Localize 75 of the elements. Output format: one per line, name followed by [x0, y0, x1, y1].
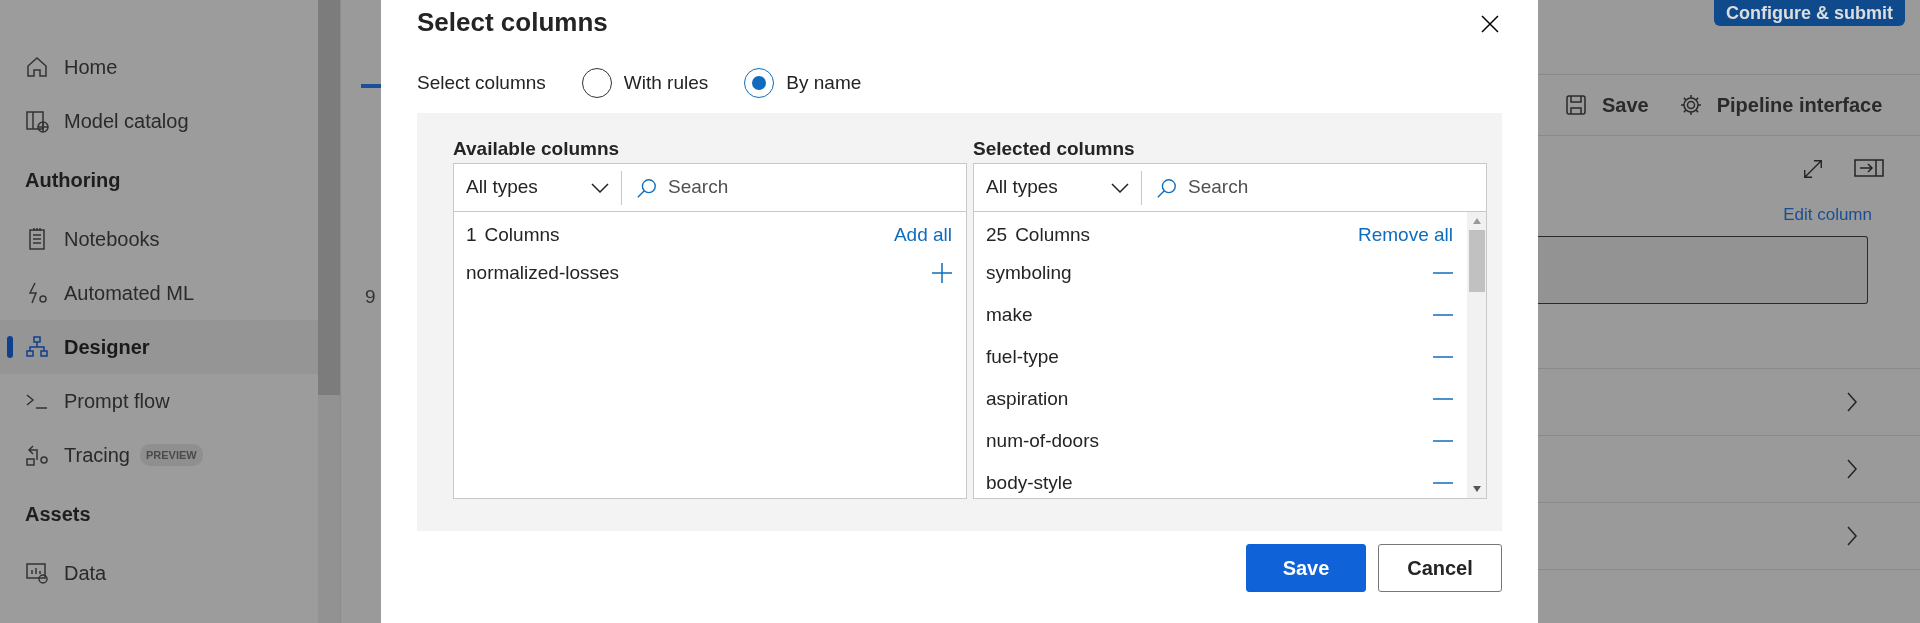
list-action-link[interactable]: Remove all [1357, 220, 1453, 250]
scrollbar-thumb[interactable] [1468, 230, 1485, 292]
scroll-down-icon [1472, 486, 1481, 492]
type-dropdown[interactable]: All types [454, 170, 622, 205]
chevron-right-icon [1846, 524, 1858, 547]
count-text: 9 [365, 285, 377, 309]
chevron-right-icon [1846, 390, 1858, 413]
column-name: make [986, 302, 1033, 327]
list-heading: Available columns [453, 137, 621, 161]
column-name: fuel-type [986, 344, 1059, 369]
chevron-down-icon [1111, 182, 1129, 193]
search-icon [1156, 176, 1178, 199]
input-field[interactable] [1538, 235, 1868, 304]
column-count: 1 [466, 223, 477, 245]
remove-button[interactable] [1433, 271, 1453, 275]
search-field[interactable]: Search [666, 172, 966, 203]
save-button[interactable]: Save [1246, 544, 1366, 592]
column-name: body-style [986, 470, 1073, 495]
search-field[interactable]: Search [1186, 172, 1486, 203]
trace-icon [25, 443, 49, 467]
toolbar-button[interactable]: Pipeline interface [1678, 90, 1883, 120]
chevron-down-icon [591, 182, 609, 193]
column-count-label: Columns [484, 223, 560, 245]
column-count-label: Columns [1015, 223, 1091, 245]
remove-button[interactable] [1433, 439, 1453, 443]
book-globe-icon [25, 109, 49, 133]
hierarchy-icon [25, 335, 49, 359]
minus-icon [1433, 313, 1453, 317]
dialog-title: Select columns [417, 5, 608, 39]
minus-icon [1433, 355, 1453, 359]
remove-button[interactable] [1433, 397, 1453, 401]
section-heading: Authoring [24, 168, 122, 193]
radio-option[interactable]: With rules [581, 68, 709, 98]
add-button[interactable] [932, 263, 952, 283]
chevron-right-icon [1846, 457, 1858, 480]
scroll-up-icon [1472, 218, 1481, 224]
minus-icon [1433, 397, 1453, 401]
remove-button[interactable] [1433, 355, 1453, 359]
radio-option[interactable]: By name [744, 68, 862, 98]
sidebar-item[interactable]: Notebooks [0, 212, 318, 266]
configure-submit-button[interactable]: Configure & submit [1714, 0, 1905, 26]
search-icon [636, 176, 658, 199]
data-monitor-icon [25, 561, 49, 585]
sidebar-item[interactable]: Designer [0, 320, 318, 374]
remove-button[interactable] [1433, 313, 1453, 317]
expand-icon[interactable] [1802, 158, 1824, 180]
column-name: symboling [986, 260, 1072, 285]
column-count: 25 [986, 223, 1008, 245]
list-heading: Selected columns [973, 137, 1136, 161]
type-dropdown[interactable]: All types [974, 170, 1142, 205]
sidebar-item[interactable]: Model catalog [0, 94, 318, 148]
column-name: aspiration [986, 386, 1069, 411]
column-name: num-of-doors [986, 428, 1099, 453]
remove-button[interactable] [1433, 481, 1453, 485]
minus-icon [1433, 481, 1453, 485]
plus-icon [932, 263, 952, 283]
sidebar-item[interactable]: Prompt flow [0, 374, 318, 428]
toolbar-button[interactable]: Save [1564, 90, 1649, 120]
list-action-link[interactable]: Add all [893, 220, 952, 250]
mode-label: Select columns [417, 70, 546, 95]
sidebar-item[interactable]: Tracing PREVIEW [0, 428, 318, 482]
minus-icon [1433, 271, 1453, 275]
minus-icon [1433, 439, 1453, 443]
close-icon [1480, 13, 1500, 34]
edit-column-link[interactable]: Edit column [1783, 205, 1872, 224]
home-icon [25, 55, 49, 79]
active-indicator [7, 336, 13, 358]
section-heading: Assets [24, 502, 92, 527]
preview-badge: PREVIEW [139, 443, 203, 467]
sidebar-item[interactable]: Home [0, 40, 318, 94]
sidebar-item[interactable]: Data [0, 546, 318, 600]
sidebar-item[interactable]: Automated ML [0, 266, 318, 320]
cancel-button[interactable]: Cancel [1378, 544, 1502, 592]
column-name: normalized-losses [466, 260, 620, 285]
gear-icon [1678, 93, 1703, 117]
